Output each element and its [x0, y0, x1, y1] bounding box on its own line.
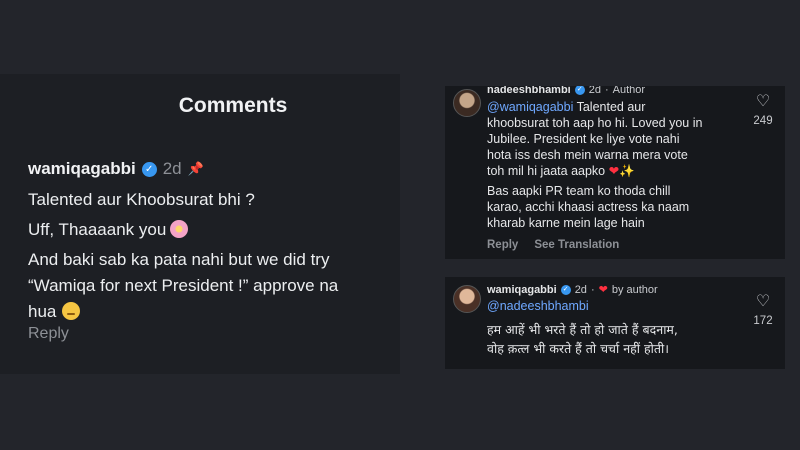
verified-icon: ✓ — [574, 86, 585, 95]
comment-header: wamiqagabbi ✓ 2d 📌 — [28, 159, 204, 179]
verified-icon: ✓ — [560, 284, 571, 295]
comment-body: @nadeeshbhambi हम आहें भी भरते हैं तो हो… — [487, 299, 678, 356]
comment-header: wamiqagabbi ✓ 2d · ❤ by author — [487, 283, 658, 297]
username-link[interactable]: wamiqagabbi — [28, 159, 136, 179]
comment-line: hua — [28, 299, 400, 325]
username-link[interactable]: wamiqagabbi — [487, 284, 557, 296]
like-column: ♡ 249 — [743, 93, 783, 127]
comment-header: nadeeshbhambi ✓ 2d · Author — [487, 86, 646, 96]
mention-link[interactable]: @wamiqagabbi — [487, 100, 573, 114]
comment-body: @wamiqagabbi Talented aur khoobsurat toh… — [487, 100, 703, 230]
comments-title: Comments — [178, 94, 288, 117]
username-link[interactable]: nadeeshbhambi — [487, 86, 571, 96]
red-heart-icon: ❤ — [598, 284, 608, 296]
by-author-label: by author — [611, 283, 658, 296]
heart-outline-icon[interactable]: ♡ — [743, 93, 783, 111]
avatar[interactable] — [453, 285, 481, 313]
heart-outline-icon[interactable]: ♡ — [743, 293, 783, 311]
reply-button[interactable]: Reply — [28, 325, 69, 343]
timestamp: 2d — [574, 283, 587, 296]
verified-icon: ✓ — [141, 161, 157, 177]
comment-actions: Reply See Translation — [487, 239, 619, 251]
cherry-blossom-emoji — [170, 220, 189, 238]
author-badge: Author — [612, 86, 646, 96]
comment-body: Talented aur Khoobsurat bhi ? Uff, Thaaa… — [28, 187, 400, 329]
avatar[interactable] — [453, 89, 481, 117]
author-comment-panel: nadeeshbhambi ✓ 2d · Author @wamiqagabbi… — [445, 86, 785, 259]
pin-icon: 📌 — [187, 161, 204, 176]
like-count: 249 — [753, 115, 773, 127]
reply-button[interactable]: Reply — [487, 239, 518, 251]
sparkles-emoji: ✨ — [619, 164, 635, 178]
mention-link[interactable]: @nadeeshbhambi — [487, 299, 589, 313]
pensive-face-emoji — [62, 302, 81, 320]
comment-line: And baki sab ka pata nahi but we did try — [28, 250, 330, 269]
comment-line: Talented aur Khoobsurat bhi ? — [28, 190, 255, 209]
see-translation-button[interactable]: See Translation — [534, 239, 619, 251]
like-column: ♡ 172 — [743, 293, 783, 327]
comment-line: Uff, Thaaaank you — [28, 217, 400, 243]
timestamp: 2d — [162, 159, 182, 178]
left-comment-panel: Comments wamiqagabbi ✓ 2d 📌 Talented aur… — [0, 74, 400, 374]
timestamp: 2d — [588, 86, 601, 96]
comment-line: “Wamiqa for next President !” approve na — [28, 276, 339, 295]
reply-comment-panel: wamiqagabbi ✓ 2d · ❤ by author @nadeeshb… — [445, 277, 785, 369]
like-count: 172 — [753, 315, 773, 327]
red-heart-emoji: ❤ — [608, 164, 620, 178]
